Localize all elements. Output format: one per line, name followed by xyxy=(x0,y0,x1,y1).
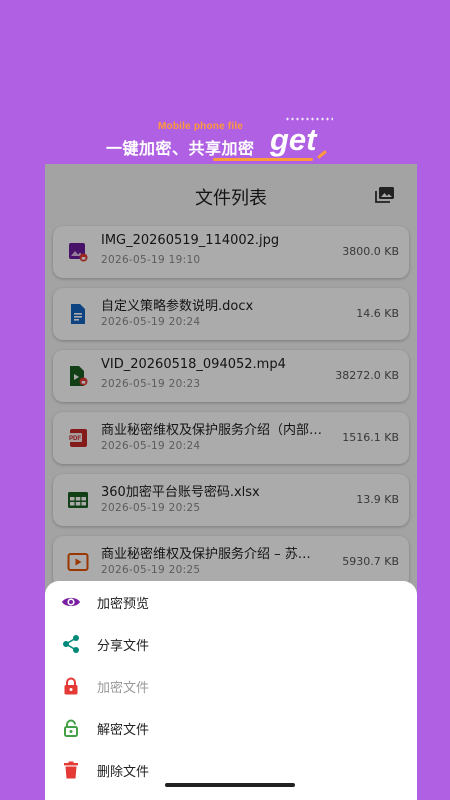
promo-accent-slash xyxy=(317,150,327,159)
sheet-item-label: 加密文件 xyxy=(97,681,150,696)
file-actions-sheet: 加密预览 分享文件 加密文件 解密文件 删除文件 xyxy=(45,581,417,800)
sheet-item-label: 分享文件 xyxy=(97,639,150,654)
sheet-item-label: 删除文件 xyxy=(97,765,150,780)
lock-icon xyxy=(61,676,81,696)
trash-icon xyxy=(61,760,81,780)
encrypt-file-button[interactable]: 加密文件 xyxy=(45,665,417,707)
decrypt-file-button[interactable]: 解密文件 xyxy=(45,707,417,749)
promo-banner: Mobile phone file 一键加密、共享加密 get xyxy=(0,0,450,165)
home-indicator[interactable] xyxy=(165,783,295,787)
share-icon xyxy=(61,634,81,654)
share-file-button[interactable]: 分享文件 xyxy=(45,623,417,665)
promo-subtitle: Mobile phone file xyxy=(158,121,244,132)
sheet-item-label: 解密文件 xyxy=(97,723,150,738)
preview-encrypted-button[interactable]: 加密预览 xyxy=(45,581,417,623)
phone-screen: 文件列表 IMG_20260519_114002.jpg 2026-05-19 … xyxy=(45,164,417,800)
eye-icon xyxy=(61,592,81,612)
promo-title: 一键加密、共享加密 xyxy=(106,139,255,158)
promo-underline xyxy=(213,158,313,161)
sheet-item-label: 加密预览 xyxy=(97,597,150,612)
promo-get-text: get xyxy=(270,122,317,157)
unlock-icon xyxy=(61,718,81,738)
